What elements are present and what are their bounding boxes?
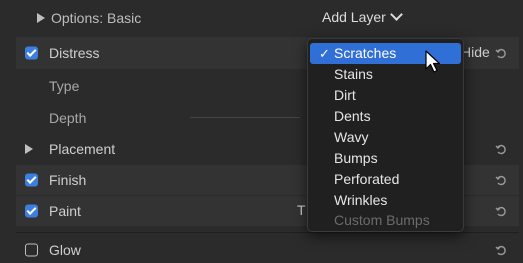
reset-icon[interactable] bbox=[495, 47, 507, 59]
menu-item-label: Dents bbox=[334, 108, 371, 124]
type-label: Type bbox=[49, 78, 80, 94]
hide-button[interactable]: Hide bbox=[461, 44, 490, 60]
glow-label: Glow bbox=[49, 241, 81, 258]
options-basic-row[interactable]: Options: Basic bbox=[16, 0, 519, 36]
section-divider bbox=[16, 232, 519, 233]
glow-row: Glow bbox=[16, 236, 519, 263]
glow-checkbox[interactable] bbox=[25, 243, 38, 256]
disclosure-triangle-icon[interactable] bbox=[37, 13, 45, 23]
paint-label: Paint bbox=[49, 203, 81, 219]
menu-item-label: Wrinkles bbox=[334, 192, 388, 208]
options-basic-label: Options: Basic bbox=[51, 10, 142, 26]
mouse-pointer-icon bbox=[425, 50, 441, 73]
depth-slider[interactable] bbox=[190, 117, 300, 118]
disclosure-triangle-icon[interactable] bbox=[25, 144, 33, 154]
chevron-down-icon bbox=[389, 8, 403, 21]
finish-label: Finish bbox=[49, 172, 87, 188]
menu-item-dirt[interactable]: Dirt bbox=[308, 85, 463, 106]
menu-item-label: Scratches bbox=[334, 45, 397, 61]
menu-item-label: Stains bbox=[334, 66, 373, 82]
menu-item-label: Dirt bbox=[334, 87, 356, 103]
menu-item-label: Wavy bbox=[334, 129, 369, 145]
depth-label: Depth bbox=[49, 110, 87, 126]
menu-item-label: Perforated bbox=[334, 171, 400, 187]
reset-icon[interactable] bbox=[495, 143, 507, 155]
add-layer-label: Add Layer bbox=[322, 9, 386, 25]
menu-item-perforated[interactable]: Perforated bbox=[308, 169, 463, 190]
reset-icon[interactable] bbox=[495, 205, 507, 217]
add-layer-popup[interactable]: Add Layer bbox=[322, 8, 403, 25]
reset-icon[interactable] bbox=[495, 174, 507, 186]
checkmark-icon: ✓ bbox=[319, 46, 330, 61]
finish-checkbox[interactable] bbox=[25, 173, 38, 187]
menu-item-custom-bumps: Custom Bumps bbox=[308, 210, 463, 231]
paint-checkbox[interactable] bbox=[25, 204, 38, 218]
menu-item-label: Custom Bumps bbox=[334, 212, 430, 228]
distress-checkbox[interactable] bbox=[25, 46, 38, 60]
menu-item-dents[interactable]: Dents bbox=[308, 106, 463, 127]
placement-label: Placement bbox=[49, 141, 116, 157]
reset-icon[interactable] bbox=[495, 244, 507, 256]
paint-value-fragment: T bbox=[297, 202, 306, 218]
menu-item-bumps[interactable]: Bumps bbox=[308, 148, 463, 169]
menu-item-label: Bumps bbox=[334, 150, 378, 166]
menu-item-wavy[interactable]: Wavy bbox=[308, 127, 463, 148]
menu-item-wrinkles[interactable]: Wrinkles bbox=[308, 190, 463, 211]
distress-label: Distress bbox=[49, 45, 100, 61]
